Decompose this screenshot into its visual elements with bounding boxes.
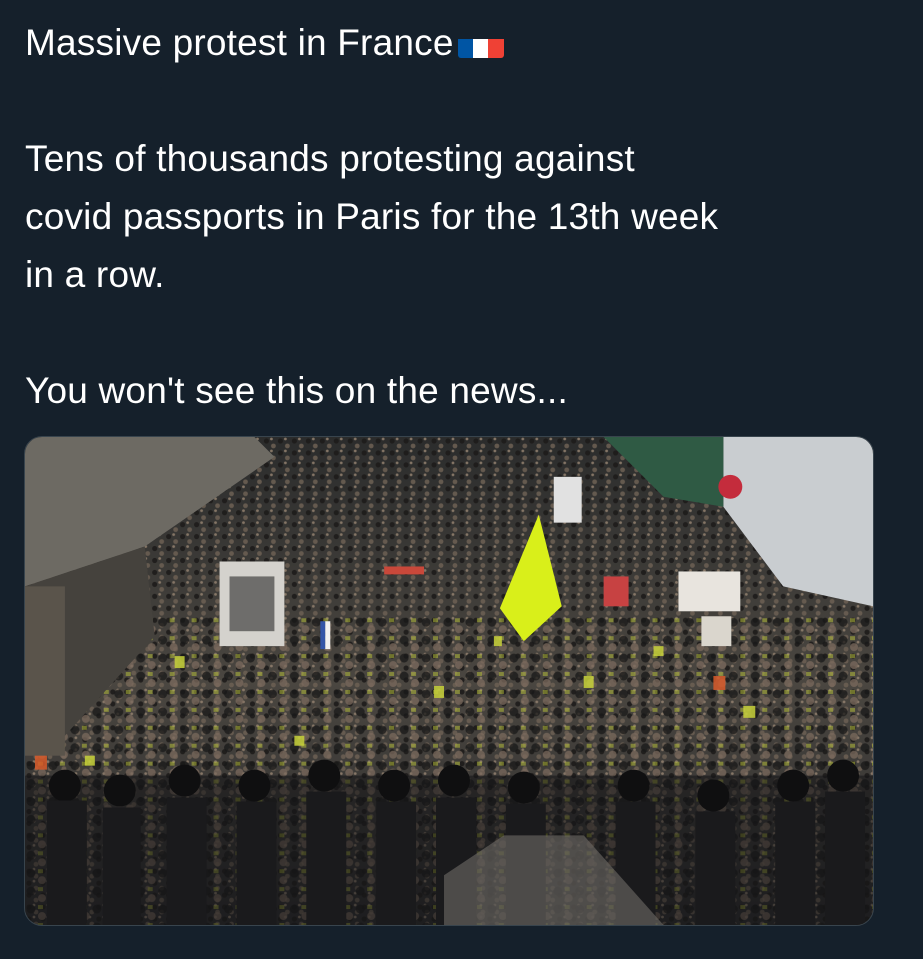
tweet-text: Massive protest in France Tens of thousa… [25,14,905,420]
tweet-closing-line: You won't see this on the news... [25,370,568,411]
tweet-body-line: in a row. [25,254,165,295]
tweet-headline: Massive protest in France [25,14,905,72]
protest-crowd-photo [25,437,873,925]
headline-text: Massive protest in France [25,22,454,63]
tweet-media-photo[interactable] [24,436,874,926]
tweet-body-line: covid passports in Paris for the 13th we… [25,196,719,237]
tweet-body-line: Tens of thousands protesting against [25,138,635,179]
france-flag-icon [457,28,504,58]
